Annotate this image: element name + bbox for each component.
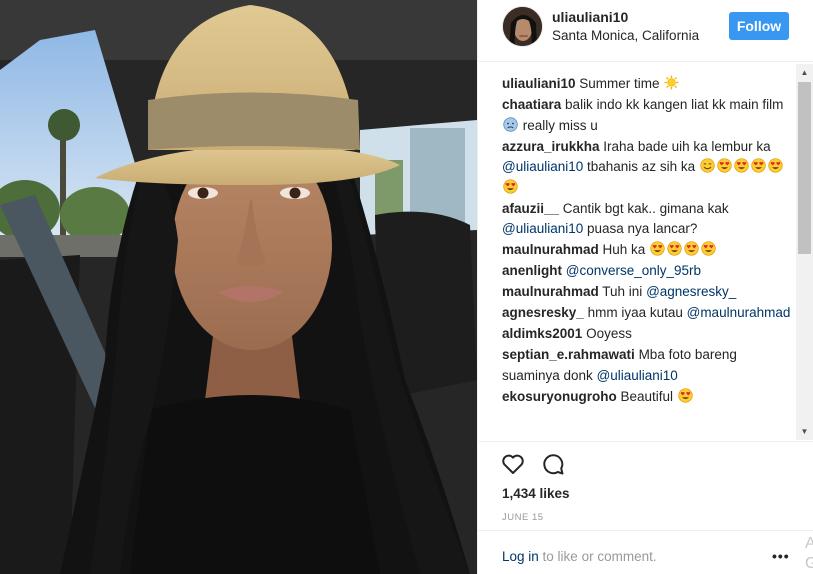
post-details-panel: uliauliani10 Santa Monica, California Fo…	[477, 0, 813, 574]
comment-username[interactable]: septian_e.rahmawati	[502, 347, 635, 362]
follow-button[interactable]: Follow	[729, 12, 789, 40]
mention-link[interactable]: @maulnurahmad	[687, 305, 791, 320]
comment-text: really miss u	[519, 117, 598, 133]
sad-face-emoji-icon	[503, 116, 518, 132]
heart-eyes-emoji-icon	[650, 241, 665, 256]
comment-username[interactable]: maulnurahmad	[502, 242, 599, 257]
post-location[interactable]: Santa Monica, California	[552, 28, 699, 43]
mention-link[interactable]: @agnesresky_	[646, 284, 736, 299]
post-photo[interactable]	[0, 0, 477, 574]
heart-eyes-emoji-icon	[701, 241, 716, 256]
sun-emoji-icon	[664, 75, 679, 90]
comment-text: puasa nya lancar?	[583, 221, 698, 236]
comment-item: aldimks2001 Ooyess	[502, 324, 794, 345]
post-header: uliauliani10 Santa Monica, California Fo…	[478, 0, 813, 62]
post-date[interactable]: JUNE 15	[502, 512, 544, 523]
comment-item: uliauliani10 Summer time	[502, 74, 794, 95]
heart-eyes-emoji-icon	[717, 158, 732, 173]
divider	[478, 530, 813, 531]
selfie-image	[0, 0, 477, 574]
scroll-down-arrow-icon[interactable]: ▼	[796, 423, 813, 440]
heart-eyes-emoji-icon	[684, 241, 699, 256]
comment-username[interactable]: azzura_irukkha	[502, 139, 600, 154]
comments-list: uliauliani10 Summer time chaatiara balik…	[502, 74, 794, 440]
comment-text: Cantik bgt kak.. gimana kak	[559, 200, 729, 216]
comment-item: maulnurahmad Tuh ini @agnesresky_	[502, 282, 794, 303]
mention-link[interactable]: @converse_only_95rb	[566, 263, 701, 278]
heart-eyes-emoji-icon	[734, 158, 749, 173]
comment-text: Summer time	[575, 76, 664, 91]
edge-text: A G	[805, 535, 813, 572]
scroll-up-arrow-icon[interactable]: ▲	[796, 64, 813, 81]
comment-username[interactable]: aldimks2001	[502, 326, 582, 341]
comment-username[interactable]: maulnurahmad	[502, 284, 599, 299]
mention-link[interactable]: @uliauliani10	[502, 159, 583, 174]
comment-item: chaatiara balik indo kk kangen liat kk m…	[502, 95, 794, 136]
divider	[478, 441, 813, 442]
comment-text: Tuh ini	[598, 284, 647, 299]
heart-eyes-emoji-icon	[751, 158, 766, 173]
comment-item: agnesresky_ hmm iyaa kutau @maulnurahmad	[502, 303, 794, 324]
comment-text: Ooyess	[582, 326, 632, 341]
comment-username[interactable]: uliauliani10	[502, 76, 576, 91]
comment-username[interactable]: afauzii__	[502, 201, 559, 216]
login-link[interactable]: Log in	[502, 549, 539, 564]
comment-item: azzura_irukkha Iraha bade uih ka lembur …	[502, 137, 794, 199]
smiling-face-emoji-icon	[700, 158, 715, 173]
likes-count[interactable]: 1,434 likes	[502, 486, 570, 501]
heart-eyes-emoji-icon	[678, 387, 693, 403]
comments-scrollbar[interactable]: ▲ ▼	[796, 64, 813, 440]
comment-username[interactable]: anenlight	[502, 263, 562, 278]
comment-text: Beautiful	[616, 388, 677, 404]
login-prompt-text: to like or comment.	[538, 549, 657, 564]
comment-text: hmm iyaa kutau	[583, 305, 687, 320]
heart-eyes-emoji-icon	[503, 178, 518, 194]
comment-item: maulnurahmad Huh ka	[502, 240, 794, 261]
comment-username[interactable]: ekosuryonugroho	[502, 389, 617, 404]
comment-item: afauzii__ Cantik bgt kak.. gimana kak @u…	[502, 199, 794, 240]
comment-text: Iraha bade uih ka lembur ka	[599, 138, 771, 154]
comment-item: anenlight @converse_only_95rb	[502, 261, 794, 282]
speech-bubble-icon[interactable]	[540, 451, 566, 477]
comment-text: Huh ka	[598, 242, 650, 257]
mention-link[interactable]: @uliauliani10	[597, 368, 678, 383]
author-username[interactable]: uliauliani10	[552, 9, 628, 25]
more-options-icon[interactable]: •••	[772, 548, 790, 564]
scrollbar-thumb[interactable]	[798, 82, 811, 254]
mention-link[interactable]: @uliauliani10	[502, 221, 583, 236]
comment-text: tbahanis az sih ka	[583, 159, 699, 174]
login-prompt: Log in to like or comment.	[502, 549, 657, 564]
heart-eyes-emoji-icon	[768, 158, 783, 173]
comment-item: septian_e.rahmawati Mba foto bareng suam…	[502, 345, 794, 386]
comment-username[interactable]: chaatiara	[502, 97, 561, 112]
avatar[interactable]	[502, 6, 543, 47]
comment-item: ekosuryonugroho Beautiful	[502, 387, 794, 408]
comment-text: balik indo kk kangen liat kk main film	[561, 97, 784, 112]
comment-username[interactable]: agnesresky_	[502, 305, 584, 320]
heart-eyes-emoji-icon	[667, 241, 682, 256]
heart-outline-icon[interactable]	[500, 451, 526, 477]
